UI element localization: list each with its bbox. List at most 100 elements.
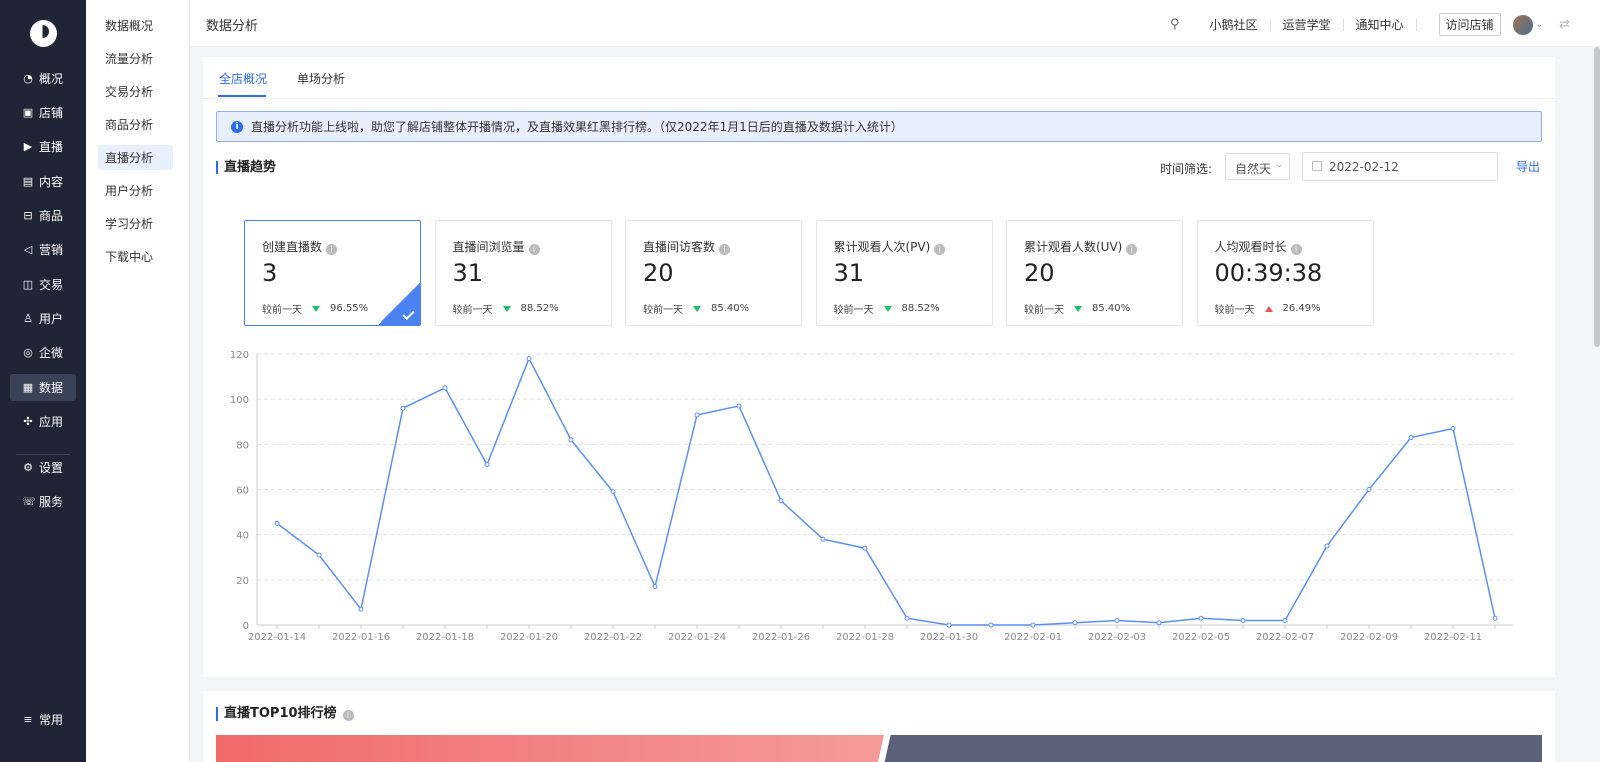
y-tick-label: 20	[236, 576, 249, 587]
visit-shop-button[interactable]: 访问店铺	[1438, 13, 1501, 36]
nav-item-shop[interactable]: ▣ 店铺	[10, 99, 76, 126]
metric-value: 00:39:38	[1214, 259, 1323, 287]
metric-label-text: 累计观看人次(PV)	[833, 240, 931, 254]
live-icon: ▶	[23, 139, 33, 153]
swap-icon[interactable]: ⇄	[1559, 17, 1570, 32]
metric-card[interactable]: 累计观看人数(UV) i 20 较前一天 85.40%	[1006, 220, 1183, 326]
metric-card[interactable]: 人均观看时长 i 00:39:38 较前一天 26.49%	[1196, 220, 1374, 326]
page-scrollbar[interactable]	[1594, 47, 1600, 347]
export-button[interactable]: 导出	[1516, 158, 1540, 175]
nav-item-user[interactable]: ♙ 用户	[10, 305, 76, 332]
nav-item-live[interactable]: ▶ 直播	[10, 133, 76, 160]
data-point	[778, 498, 784, 504]
chevron-down-icon[interactable]: ⌄	[1536, 20, 1544, 30]
link-community[interactable]: 小鹅社区	[1197, 18, 1271, 31]
data-point	[568, 437, 574, 443]
nav-item-trade[interactable]: ◫ 交易	[10, 271, 76, 298]
metric-card[interactable]: 累计观看人次(PV) i 31 较前一天 88.52%	[815, 220, 993, 326]
date-value: 2022-02-12	[1329, 160, 1399, 174]
nav-item-goods[interactable]: ⊟ 商品	[10, 202, 76, 229]
compare-label: 较前一天	[643, 305, 683, 316]
x-tick-label: 2022-02-07	[1256, 632, 1314, 643]
nav-item-pie[interactable]: ◔ 概况	[10, 65, 76, 92]
metric-card[interactable]: 创建直播数 i 3 较前一天 96.55%	[244, 220, 421, 326]
metric-label-text: 人均观看时长	[1214, 240, 1287, 254]
data-point	[1156, 620, 1162, 626]
arrow-down-icon	[312, 305, 320, 312]
help-icon[interactable]: i	[934, 244, 946, 255]
help-icon[interactable]: i	[326, 244, 338, 255]
data-point	[862, 545, 868, 551]
avatar[interactable]	[1512, 14, 1533, 35]
nav-item-apps[interactable]: ✣ 应用	[10, 408, 76, 435]
subnav-item[interactable]: 下载中心	[98, 244, 173, 269]
data-icon: ▦	[22, 380, 34, 394]
data-point	[1450, 426, 1456, 432]
x-tick-label: 2022-02-05	[1172, 632, 1230, 643]
ranking-panel: 直播TOP10排行榜 i	[203, 691, 1555, 762]
subnav-item[interactable]: 商品分析	[98, 112, 173, 137]
metric-label: 累计观看人数(UV) i	[1024, 238, 1138, 255]
subnav-item[interactable]: 学习分析	[98, 211, 173, 236]
arrow-up-icon	[1264, 305, 1273, 312]
metric-label-text: 直播间访客数	[643, 240, 716, 254]
metric-label: 直播间浏览量 i	[453, 238, 540, 255]
time-granularity-select[interactable]: 自然天 ⌄	[1225, 153, 1290, 180]
arrow-down-icon	[883, 305, 892, 312]
nav-item-gear[interactable]: ⚙ 设置	[10, 454, 76, 481]
selected-corner	[378, 283, 420, 325]
pie-icon: ◔	[23, 71, 33, 85]
nav-item-service[interactable]: ☏ 服务	[10, 488, 76, 515]
compare-percent: 85.40%	[1092, 303, 1131, 314]
metric-label-text: 累计观看人数(UV)	[1024, 240, 1123, 254]
data-point	[1408, 435, 1414, 441]
x-tick-label: 2022-01-28	[836, 632, 894, 643]
nav-item-label: 直播	[39, 140, 64, 154]
nav-item-common[interactable]: ≡ 常用	[10, 706, 76, 733]
metric-card[interactable]: 直播间访客数 i 20 较前一天 85.40%	[625, 220, 802, 326]
metric-card[interactable]: 直播间浏览量 i 31 较前一天 88.52%	[434, 220, 612, 326]
apps-icon: ✣	[23, 414, 33, 428]
top-right-actions: ⚲ 小鹅社区 运营学堂 通知中心 访问店铺 ⌄ ⇄	[1170, 13, 1570, 36]
date-picker[interactable]: 2022-02-12	[1302, 152, 1498, 181]
compare-label: 较前一天	[1214, 305, 1255, 316]
data-point	[904, 615, 910, 621]
link-notifications[interactable]: 通知中心	[1344, 18, 1417, 31]
tab-overview[interactable]: 全店概况	[219, 70, 267, 87]
x-tick-label: 2022-01-14	[248, 632, 306, 643]
nav-item-data[interactable]: ▦ 数据	[10, 374, 76, 401]
help-icon[interactable]: i	[719, 244, 731, 255]
data-point	[484, 462, 490, 468]
search-icon[interactable]: ⚲	[1170, 17, 1180, 32]
y-tick-label: 120	[230, 350, 249, 361]
calendar-icon	[1312, 161, 1322, 171]
tab-single-session[interactable]: 单场分析	[297, 70, 345, 87]
logo-icon[interactable]	[30, 20, 57, 47]
x-tick-label: 2022-01-16	[332, 632, 390, 643]
metric-value: 3	[262, 259, 278, 287]
subnav-item[interactable]: 用户分析	[98, 178, 173, 203]
data-point	[610, 489, 616, 495]
nav-item-document[interactable]: ▤ 内容	[10, 168, 76, 195]
metric-compare: 较前一天 88.52%	[453, 301, 559, 316]
link-academy[interactable]: 运营学堂	[1271, 18, 1344, 31]
help-icon[interactable]: i	[342, 710, 354, 721]
nav-item-megaphone[interactable]: ◁ 营销	[10, 236, 76, 263]
notice-text: 直播分析功能上线啦，助您了解店铺整体开播情况，及直播效果红黑排行榜。（仅2022…	[251, 120, 903, 134]
help-icon[interactable]: i	[528, 244, 540, 255]
top-bar: 数据分析 ⚲ 小鹅社区 运营学堂 通知中心 访问店铺 ⌄ ⇄	[190, 0, 1600, 47]
nav-item-label: 设置	[39, 461, 64, 475]
select-value: 自然天	[1235, 162, 1272, 176]
help-icon[interactable]: i	[1290, 244, 1302, 255]
data-point	[988, 622, 994, 628]
nav-item-chat[interactable]: ◎ 企微	[10, 339, 76, 366]
subnav-item[interactable]: 直播分析	[98, 145, 173, 170]
help-icon[interactable]: i	[1126, 244, 1138, 255]
subnav-item[interactable]: 数据概况	[98, 13, 173, 38]
ranking-black-banner	[884, 735, 1542, 762]
x-tick-label: 2022-02-03	[1088, 632, 1146, 643]
subnav-item[interactable]: 交易分析	[98, 79, 173, 104]
time-filter-label: 时间筛选:	[1160, 162, 1213, 176]
data-point	[1366, 487, 1372, 492]
subnav-item[interactable]: 流量分析	[98, 46, 173, 71]
